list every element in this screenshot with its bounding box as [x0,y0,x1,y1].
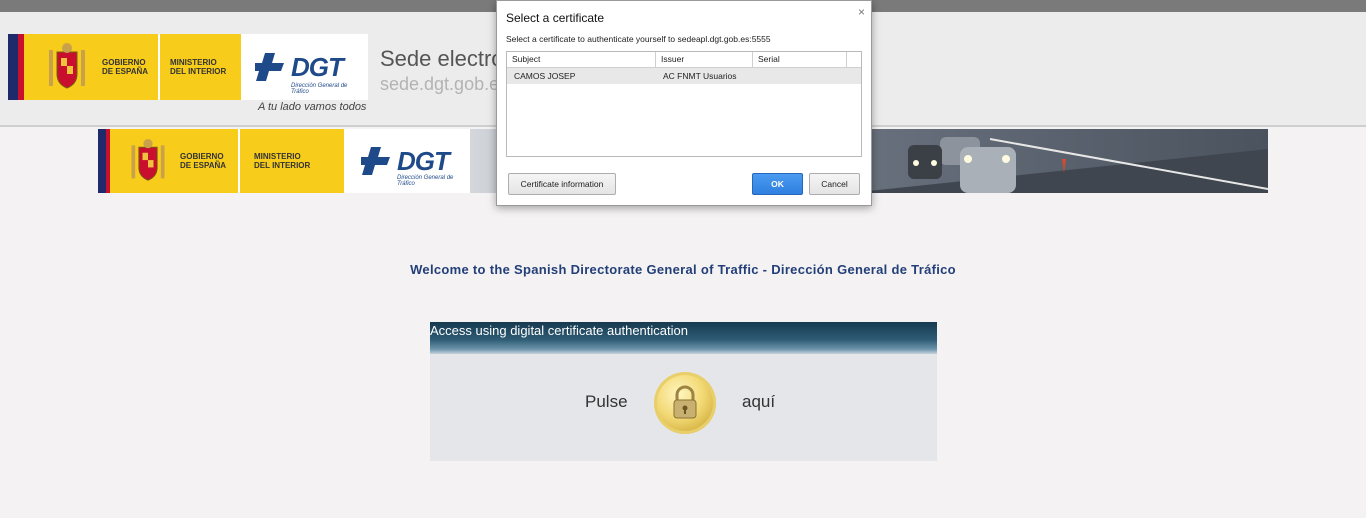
select-certificate-dialog: Select a certificate × Select a certific… [496,0,872,206]
table-row[interactable]: CAMOS JOSEP AC FNMT Usuarios [507,68,861,84]
dialog-title: Select a certificate [506,11,605,25]
banner-ministerio-label: MINISTERIO DEL INTERIOR [240,129,344,193]
pulse-label[interactable]: Pulse [585,392,628,412]
dgt-cross-icon [255,53,284,81]
column-issuer[interactable]: Issuer [656,52,753,67]
gobierno-logo[interactable]: GOBIERNO DE ESPAÑA MINISTERIO DEL INTERI… [8,34,246,100]
pulse-row: Pulse aquí [430,372,937,438]
cert-serial [753,68,847,84]
certificate-information-button[interactable]: Certificate information [508,173,616,195]
dgt-subtitle: Dirección General de Tráfico [291,83,348,95]
ministerio-label: MINISTERIO DEL INTERIOR [160,34,246,100]
dgt-logo[interactable]: DGT Dirección General de Tráfico [241,34,368,100]
table-header: Subject Issuer Serial [507,52,861,68]
banner-dgt-cross-icon [361,147,390,175]
certificate-table: Subject Issuer Serial CAMOS JOSEP AC FNM… [506,51,862,157]
banner-flag-strip [98,129,116,193]
banner-dgt-logo[interactable]: DGT Dirección General de Tráfico [347,129,469,193]
sede-title: Sede electró [380,46,504,71]
sede-url[interactable]: sede.dgt.gob.es [380,74,508,95]
gobierno-label: GOBIERNO DE ESPAÑA [102,34,158,100]
banner-gobierno-logo[interactable]: GOBIERNO DE ESPAÑA MINISTERIO DEL INTERI… [98,129,344,193]
cert-subject: CAMOS JOSEP [514,71,576,81]
close-icon[interactable]: × [858,5,865,19]
welcome-heading: Welcome to the Spanish Directorate Gener… [410,262,956,277]
tagline: A tu lado vamos todos [258,101,367,113]
flag-strip [8,34,32,100]
coat-of-arms-icon [32,34,102,100]
aqui-label[interactable]: aquí [742,392,775,412]
certificate-access-box: Access using digital certificate authent… [430,322,937,461]
dialog-prompt: Select a certificate to authenticate you… [506,34,771,44]
cert-issuer: AC FNMT Usuarios [663,71,737,81]
column-subject[interactable]: Subject [507,52,656,67]
ok-button[interactable]: OK [752,173,803,195]
banner-dgt-wordmark: DGT [397,145,450,176]
banner-coat-of-arms-icon [116,129,180,193]
banner-dgt-subtitle: Dirección General de Tráfico [397,175,454,187]
access-box-header: Access using digital certificate authent… [430,322,937,354]
padlock-seal-icon[interactable] [654,372,716,434]
column-serial[interactable]: Serial [753,52,847,67]
dgt-wordmark: DGT [291,51,344,82]
banner-gobierno-label: GOBIERNO DE ESPAÑA [180,129,238,193]
cancel-button[interactable]: Cancel [809,173,860,195]
